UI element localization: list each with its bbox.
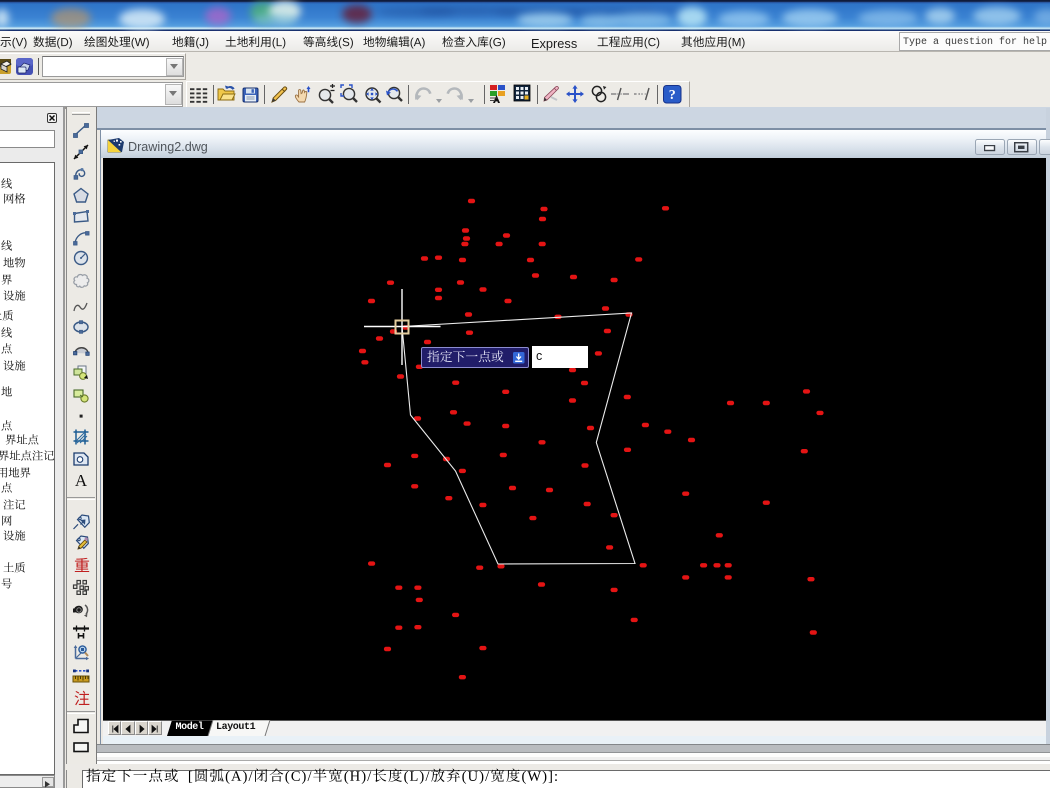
svg-text:?: ? bbox=[669, 88, 676, 103]
svg-text:A: A bbox=[75, 471, 88, 489]
